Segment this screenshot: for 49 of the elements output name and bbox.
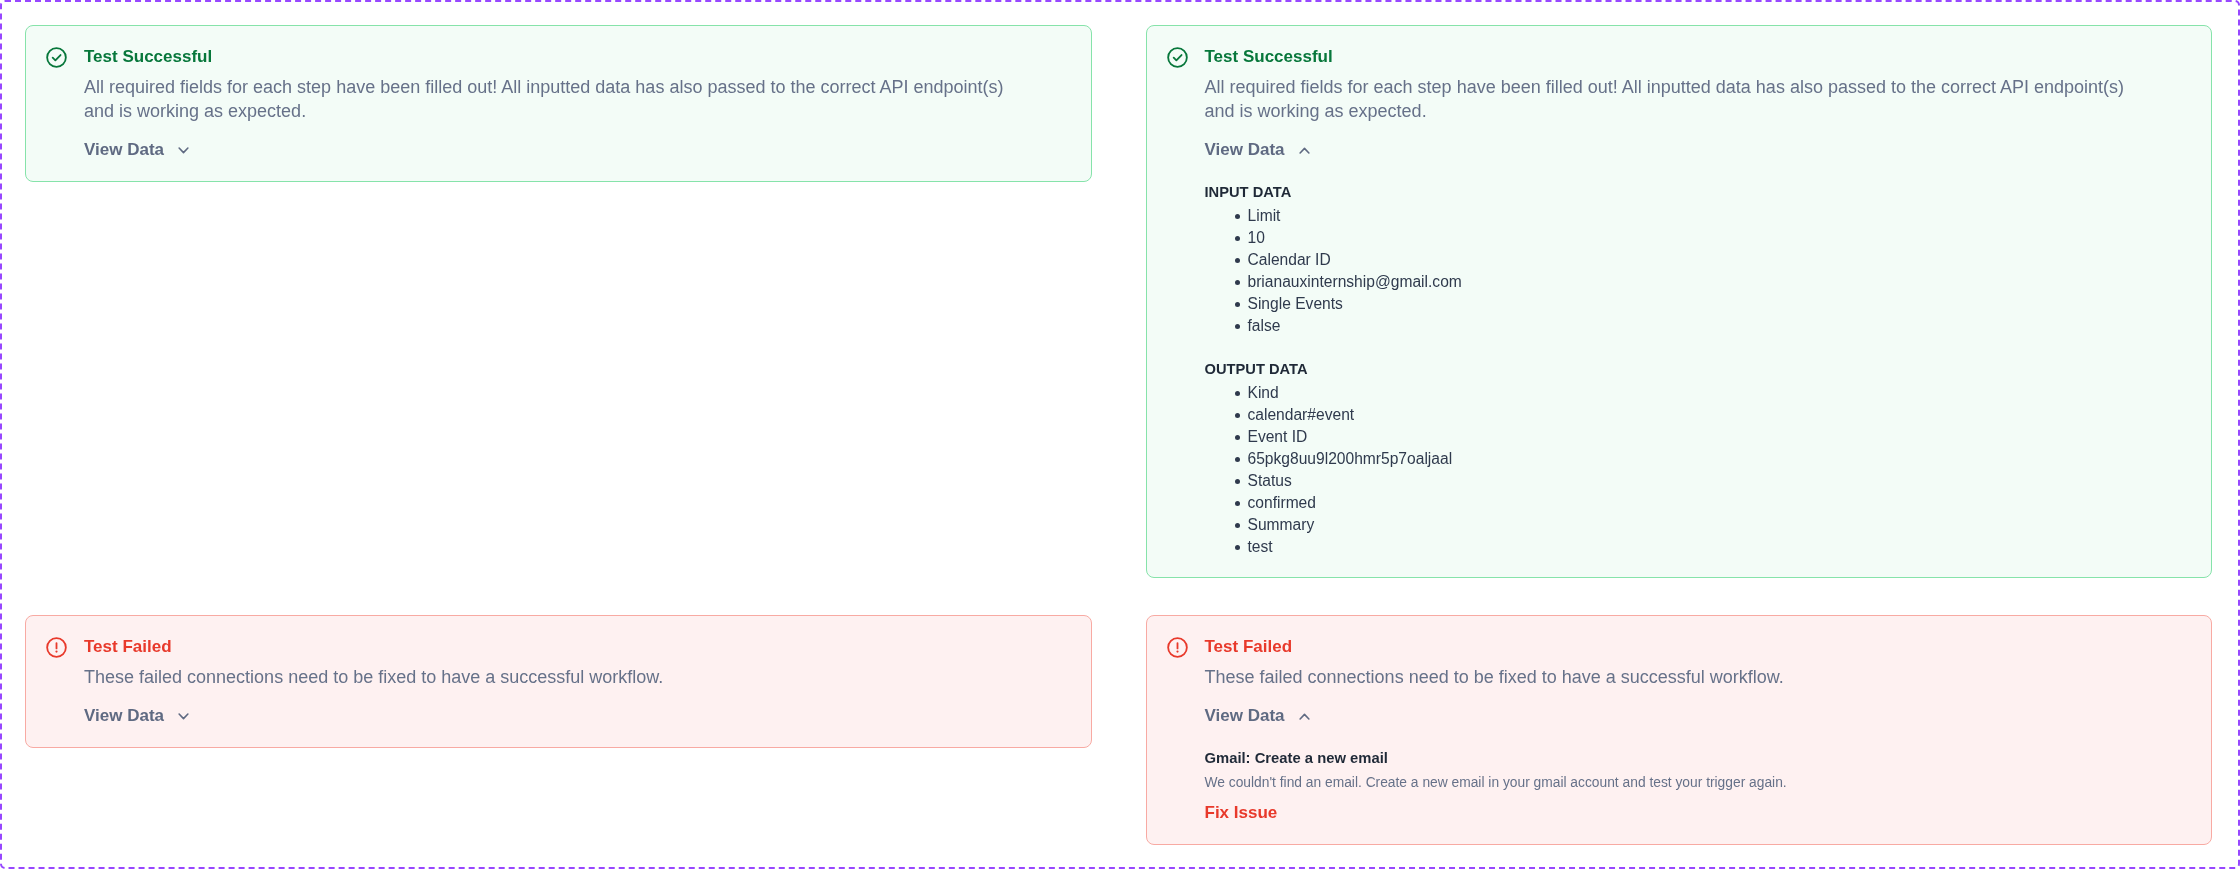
list-item-text: Kind	[1247, 383, 1279, 403]
issue-title: Gmail: Create a new email	[1204, 749, 1388, 768]
view-data-toggle[interactable]: View Data	[1204, 704, 1310, 728]
view-data-toggle[interactable]: View Data	[1204, 138, 1310, 162]
section-heading: INPUT DATA	[1204, 183, 1293, 202]
list-item-text: calendar#event	[1247, 405, 1355, 425]
bullet-icon	[1234, 522, 1240, 528]
bullet-icon	[1234, 478, 1240, 484]
fix-issue-link[interactable]: Fix Issue	[1204, 801, 1278, 825]
bullet-icon	[1234, 390, 1240, 396]
list-item-text: confirmed	[1247, 493, 1316, 513]
exclamation-circle-icon	[46, 636, 67, 658]
issue-message: We couldn't find an email. Create a new email in your gmail account and test your trigger again.	[1204, 774, 1787, 792]
list-item-text: Limit	[1247, 206, 1281, 226]
status-title: Test Successful	[1204, 46, 1333, 68]
status-description: All required fields for each step have been filled out! All inputted data has also passed to the correct API endpoint(s) and is working as expected.	[1204, 76, 2126, 123]
bullet-icon	[1234, 500, 1240, 506]
check-circle-icon	[1166, 46, 1188, 68]
list-item-text: Summary	[1247, 515, 1315, 535]
check-circle-icon	[46, 46, 67, 68]
list-item-text: brianauxinternship@gmail.com	[1247, 272, 1462, 292]
bullet-icon	[1234, 279, 1240, 285]
list-item-text: Status	[1247, 471, 1292, 491]
view-data-toggle[interactable]: View Data	[84, 704, 189, 728]
bullet-icon	[1234, 323, 1240, 329]
bullet-icon	[1234, 213, 1240, 219]
list-item-text: 10	[1247, 228, 1265, 248]
bullet-icon	[1234, 235, 1240, 241]
list-item-text: Single Events	[1247, 294, 1343, 314]
exclamation-circle-icon	[1166, 636, 1188, 658]
status-description: All required fields for each step have been filled out! All inputted data has also passed to the correct API endpoint(s) and is working as expected.	[84, 76, 1005, 123]
list-item-text: Calendar ID	[1247, 250, 1331, 270]
list-item-text: test	[1247, 537, 1273, 557]
bullet-icon	[1234, 456, 1240, 462]
status-title: Test Successful	[84, 46, 213, 68]
list-item-text: false	[1247, 316, 1281, 336]
view-data-toggle[interactable]: View Data	[84, 138, 189, 162]
list-item-text: 65pkg8uu9l200hmr5p7oaljaal	[1247, 449, 1453, 469]
bullet-icon	[1234, 257, 1240, 263]
list-item-text: Event ID	[1247, 427, 1308, 447]
bullet-icon	[1234, 544, 1240, 550]
bullet-icon	[1234, 412, 1240, 418]
status-title: Test Failed	[84, 636, 172, 658]
status-description: These failed connections need to be fixed to have a successful workflow.	[1204, 666, 1784, 689]
status-description: These failed connections need to be fixed to have a successful workflow.	[84, 666, 664, 689]
section-heading: OUTPUT DATA	[1204, 360, 1309, 379]
bullet-icon	[1234, 434, 1240, 440]
bullet-icon	[1234, 301, 1240, 307]
status-title: Test Failed	[1204, 636, 1293, 658]
